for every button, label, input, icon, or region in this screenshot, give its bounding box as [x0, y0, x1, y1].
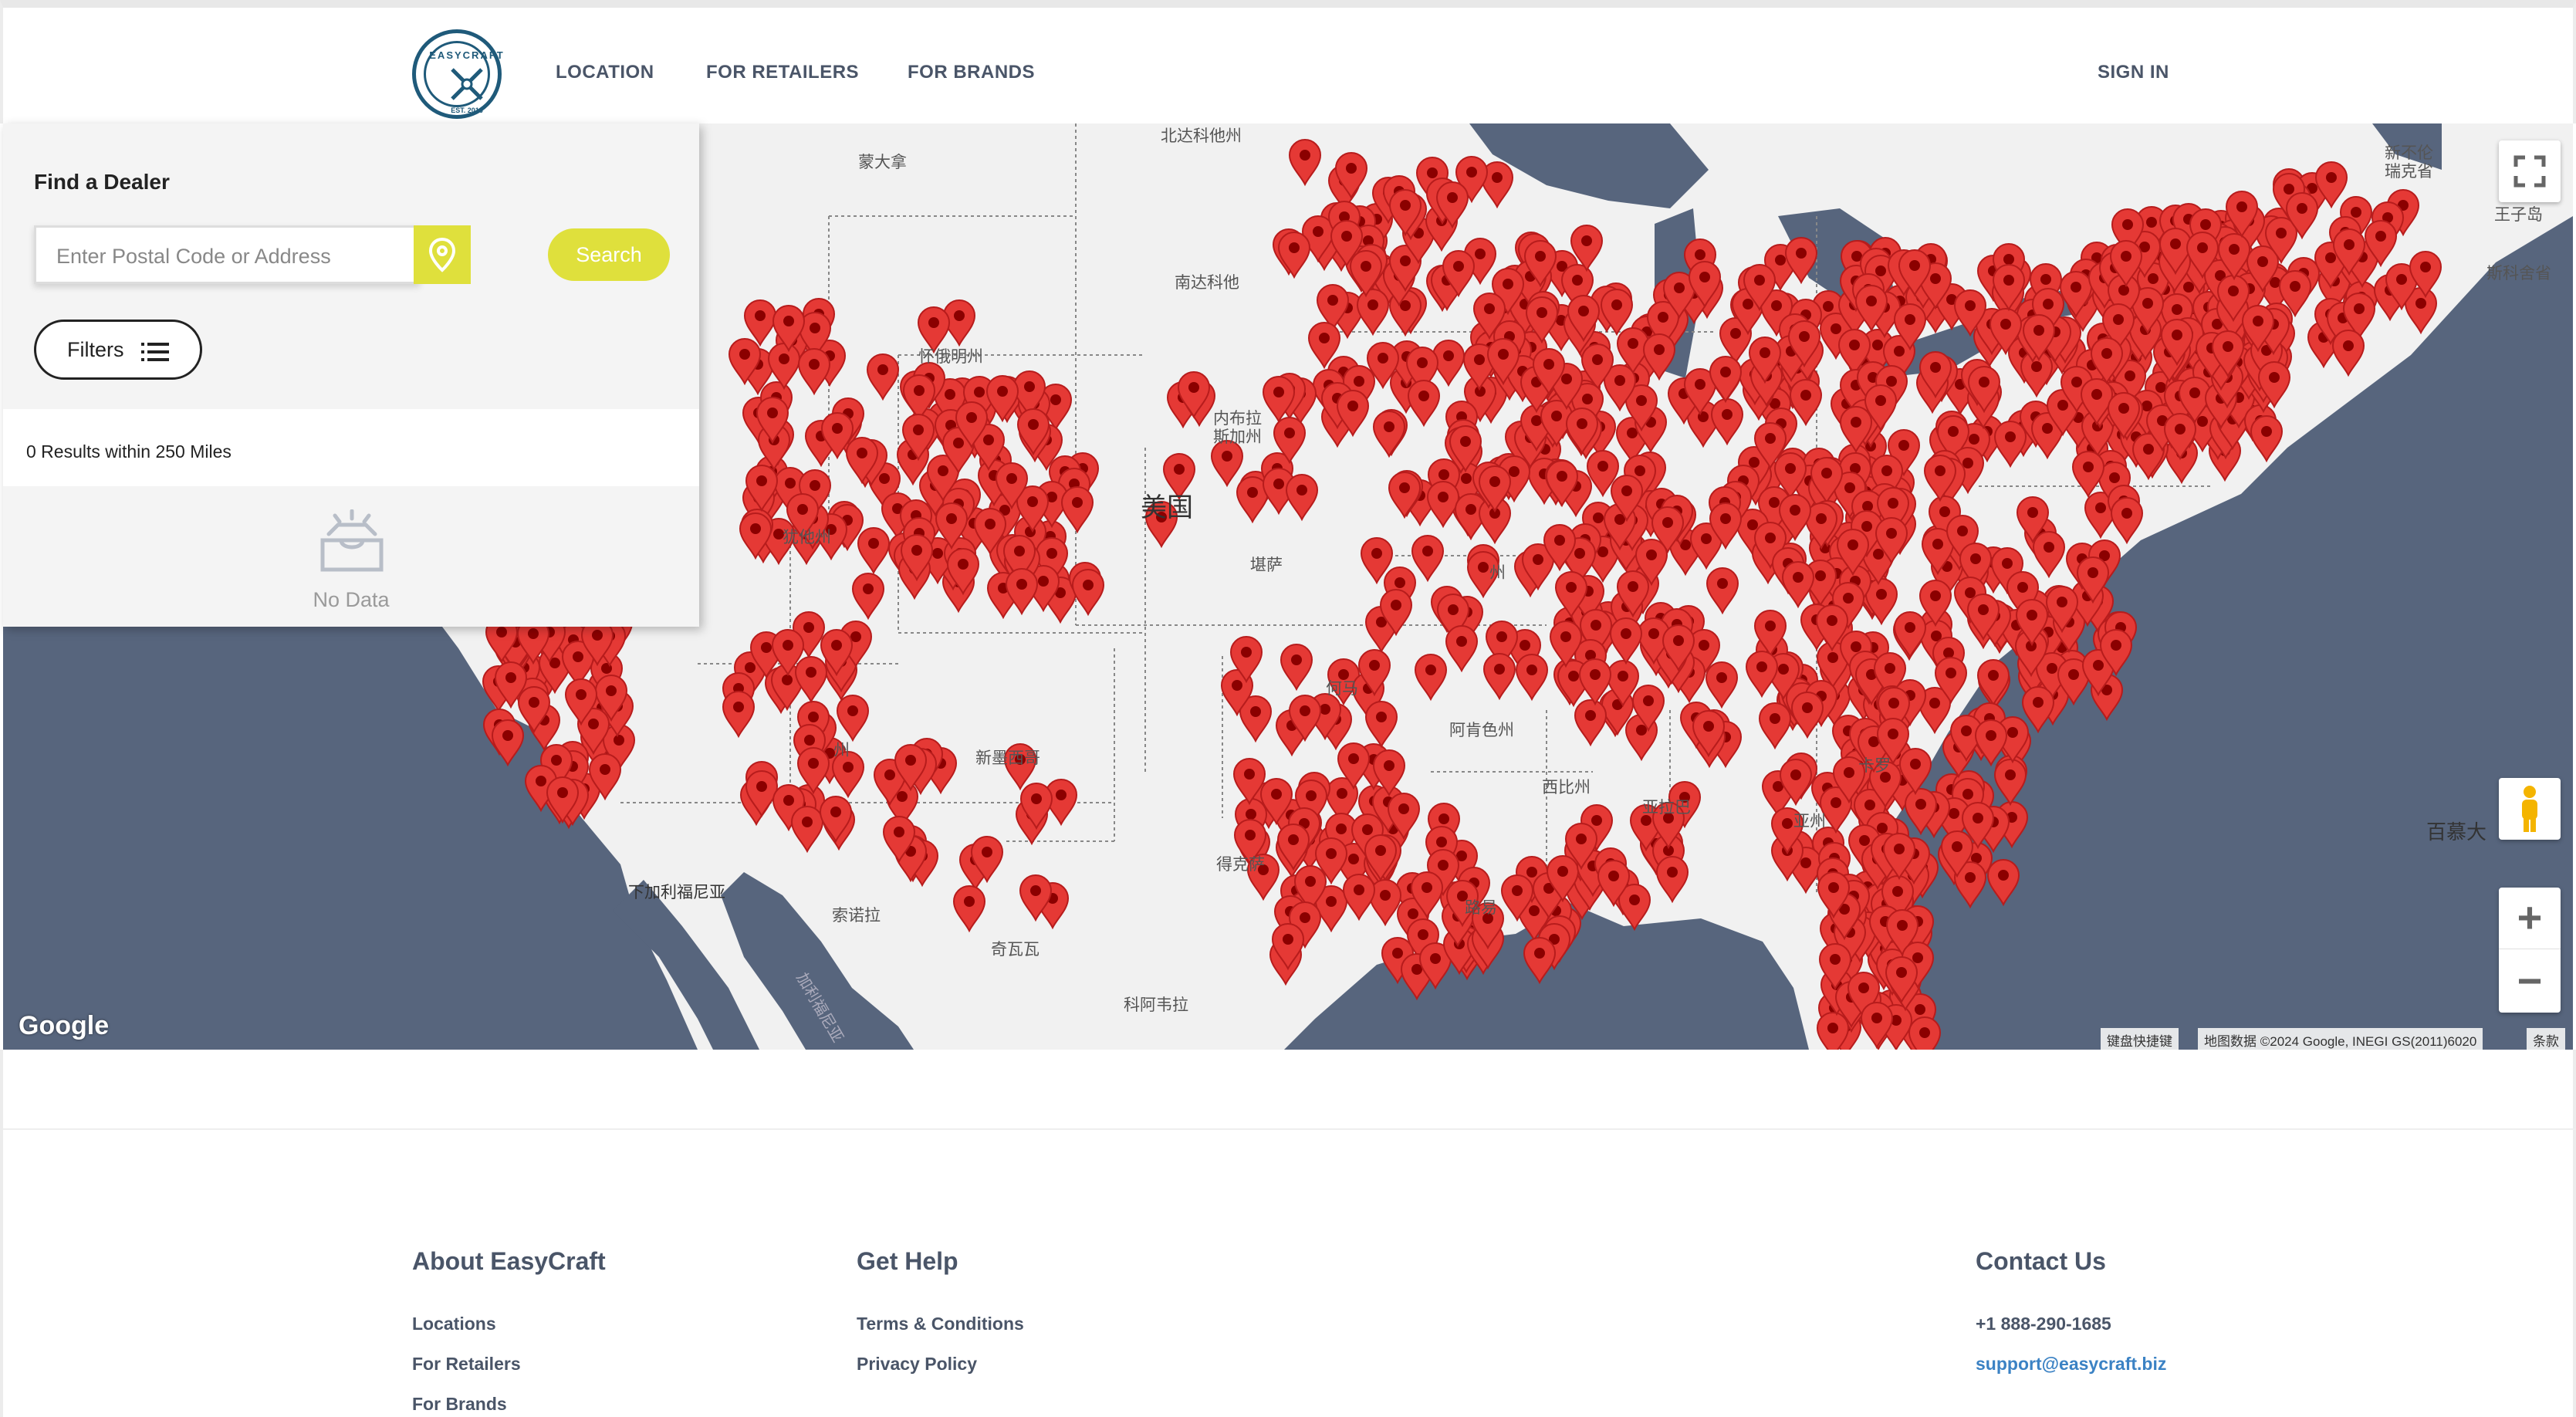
footer-link-privacy[interactable]: Privacy Policy [857, 1354, 977, 1375]
footer-phone[interactable]: +1 888-290-1685 [1976, 1314, 2111, 1334]
label-arkansas: 阿肯色州 [1449, 721, 1514, 739]
crossed-tools-icon [451, 68, 483, 100]
footer-about-heading: About EasyCraft [412, 1247, 606, 1275]
label-chihuahua: 奇瓦瓦 [991, 940, 1040, 959]
label-texas: 得克萨 [1216, 855, 1265, 874]
street-view-button[interactable] [2499, 778, 2561, 840]
footer-link-terms[interactable]: Terms & Conditions [857, 1314, 1024, 1334]
terms-link[interactable]: 条款 [2527, 1028, 2565, 1050]
label-usa: 美国 [1141, 492, 1193, 523]
logo-est: EST. 2016 [451, 107, 483, 114]
footer-link-for-retailers[interactable]: For Retailers [412, 1354, 521, 1375]
footer-contact-heading: Contact Us [1976, 1247, 2106, 1275]
footer-link-locations[interactable]: Locations [412, 1314, 496, 1334]
postal-code-input[interactable]: Enter Postal Code or Address [34, 225, 420, 284]
dealer-marker[interactable] [1976, 659, 2010, 707]
search-button[interactable]: Search [548, 228, 670, 281]
footer-email[interactable]: support@easycraft.biz [1976, 1354, 2166, 1375]
label-missouri: 州 [1489, 563, 1506, 582]
label-montana: 蒙大拿 [858, 153, 907, 171]
footer-link-for-brands[interactable]: For Brands [412, 1394, 507, 1415]
top-nav: EASYCRAFT EST. 2016 LOCATION FOR RETAILE… [0, 0, 2576, 123]
location-pin-icon [428, 237, 456, 272]
label-georgia: 亚州 [1793, 812, 1826, 830]
keyboard-shortcuts-link[interactable]: 键盘快捷键 [2101, 1028, 2179, 1050]
dealer-marker[interactable] [1993, 759, 2027, 807]
label-coahuila: 科阿韦拉 [1124, 996, 1188, 1014]
footer-divider [3, 1128, 2576, 1130]
dealer-marker[interactable] [1523, 937, 1557, 985]
label-oklahoma: 何马 [1326, 679, 1358, 698]
find-dealer-panel: Find a Dealer Enter Postal Code or Addre… [3, 123, 699, 627]
panel-title: Find a Dealer [34, 170, 170, 194]
fullscreen-icon [2513, 155, 2546, 188]
label-utah: 犹他州 [783, 528, 831, 546]
nav-for-brands[interactable]: FOR BRANDS [908, 62, 1035, 83]
logo-wordmark: EASYCRAFT [429, 49, 505, 61]
label-bermuda: 百慕大 [2426, 821, 2487, 844]
easycraft-logo[interactable]: EASYCRAFT EST. 2016 [412, 29, 503, 119]
footer-help-heading: Get Help [857, 1247, 958, 1275]
nav-for-retailers[interactable]: FOR RETAILERS [706, 62, 859, 83]
fullscreen-button[interactable] [2499, 140, 2561, 202]
label-new-brunswick: 新不伦 瑞克省 [2385, 144, 2433, 181]
label-kansas: 堪萨 [1250, 556, 1283, 574]
use-location-button[interactable] [414, 225, 471, 284]
label-sonora: 索诺拉 [832, 906, 881, 925]
label-louisiana: 路易 [1465, 898, 1497, 917]
label-nebraska: 内布拉 斯加州 [1213, 409, 1262, 446]
label-arizona: 州 [833, 741, 850, 759]
label-pei: 王子岛 [2494, 205, 2543, 224]
nav-location[interactable]: LOCATION [556, 62, 654, 83]
page: EASYCRAFT EST. 2016 LOCATION FOR RETAILE… [0, 0, 2576, 1417]
pegman-icon [2522, 786, 2537, 832]
sign-in-link[interactable]: SIGN IN [2098, 62, 2169, 83]
zoom-control: + − [2499, 888, 2561, 1013]
logo-ring: EASYCRAFT EST. 2016 [424, 41, 503, 114]
filters-button[interactable]: Filters [34, 320, 202, 380]
label-south-dakota: 南达科他 [1175, 273, 1239, 292]
label-mississippi: 西比州 [1542, 778, 1591, 796]
zoom-out-button[interactable]: − [2499, 951, 2561, 1013]
zoom-in-button[interactable]: + [2499, 888, 2561, 949]
label-south-carolina: 卡罗 [1858, 756, 1891, 775]
label-baja-california: 下加利福尼亚 [628, 883, 725, 901]
dealer-marker[interactable] [1986, 859, 2020, 907]
empty-state-text: No Data [313, 588, 390, 611]
footer: About EasyCraft Locations For Retailers … [0, 1050, 2576, 1417]
inbox-icon [320, 509, 384, 572]
dealer-marker[interactable] [1908, 1016, 1942, 1050]
results-summary: 0 Results within 250 Miles [3, 409, 699, 486]
label-new-mexico: 新墨西哥 [975, 749, 1040, 767]
label-north-dakota: 北达科他州 [1161, 127, 1242, 145]
list-icon [141, 343, 169, 361]
filters-label: Filters [67, 338, 124, 361]
google-logo: Google [19, 1011, 110, 1040]
map-data-attribution: 地图数据 ©2024 Google, INEGI GS(2011)6020 [2198, 1028, 2483, 1050]
label-wyoming: 怀俄明州 [918, 347, 983, 366]
label-nova-scotia: 斯科舍省 [2486, 264, 2551, 282]
label-alabama: 亚拉巴 [1642, 798, 1691, 817]
dealer-marker[interactable] [2021, 686, 2055, 734]
dealer-marker[interactable] [491, 719, 525, 767]
